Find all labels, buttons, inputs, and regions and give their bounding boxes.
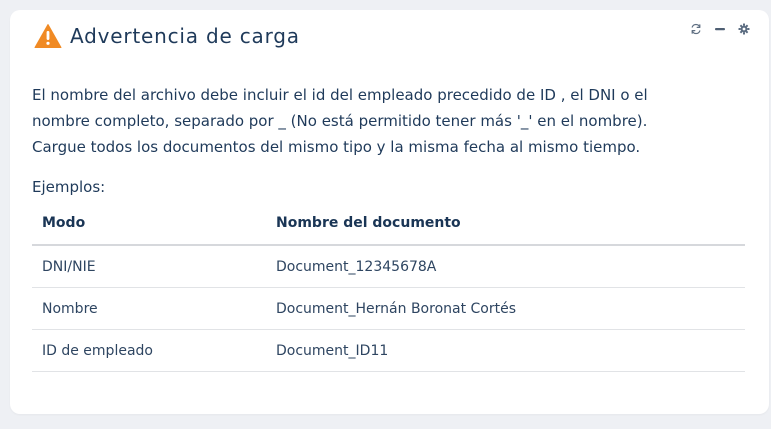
- column-header-mode: Modo: [32, 202, 266, 246]
- cell-document-name: Document_12345678A: [266, 245, 745, 288]
- column-header-document-name: Nombre del documento: [266, 202, 745, 246]
- cell-document-name: Document_Hernán Boronat Cortés: [266, 287, 745, 330]
- minimize-icon[interactable]: [713, 22, 727, 36]
- gear-icon[interactable]: [737, 22, 751, 36]
- refresh-icon[interactable]: [689, 22, 703, 36]
- card-title: Advertencia de carga: [70, 24, 300, 48]
- examples-table: Modo Nombre del documento DNI/NIE Docume…: [32, 202, 745, 372]
- cell-document-name: Document_ID11: [266, 329, 745, 372]
- upload-warning-card: Advertencia de carga El nombre del archi…: [10, 10, 769, 414]
- cell-mode: DNI/NIE: [32, 245, 266, 288]
- instructions-line: El nombre del archivo debe incluir el id…: [32, 86, 648, 104]
- instructions-line: Cargue todos los documentos del mismo ti…: [32, 138, 641, 156]
- table-row: Nombre Document_Hernán Boronat Cortés: [32, 287, 745, 330]
- card-controls: [689, 22, 751, 36]
- instructions-line: nombre completo, separado por _ (No está…: [32, 112, 648, 130]
- table-row: DNI/NIE Document_12345678A: [32, 245, 745, 288]
- upload-instructions: El nombre del archivo debe incluir el id…: [32, 82, 722, 160]
- cell-mode: Nombre: [32, 287, 266, 330]
- cell-mode: ID de empleado: [32, 329, 266, 372]
- warning-icon: [34, 23, 62, 49]
- table-header-row: Modo Nombre del documento: [32, 202, 745, 246]
- examples-label: Ejemplos:: [32, 178, 106, 196]
- card-header: Advertencia de carga: [34, 23, 300, 49]
- table-row: ID de empleado Document_ID11: [32, 329, 745, 372]
